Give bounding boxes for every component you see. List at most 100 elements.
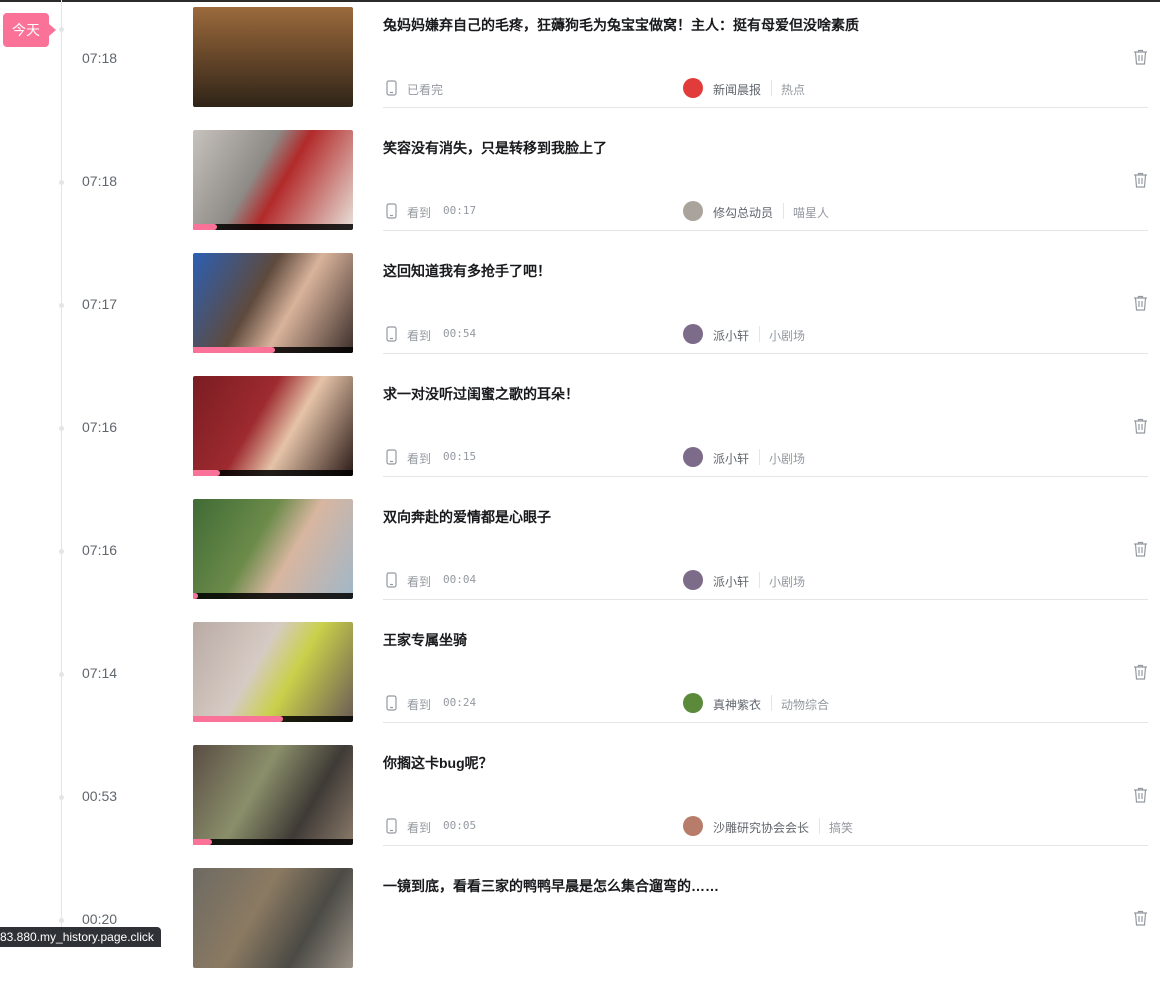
- timeline-dot: [59, 918, 64, 923]
- author-name[interactable]: 派小轩: [713, 573, 749, 590]
- author-name[interactable]: 派小轩: [713, 327, 749, 344]
- watch-progress-fill: [193, 716, 283, 722]
- video-thumbnail[interactable]: [193, 745, 353, 845]
- progress-label: 已看完: [407, 83, 444, 97]
- trash-icon[interactable]: [1133, 172, 1148, 188]
- video-title[interactable]: 王家专属坐骑: [383, 630, 467, 650]
- author-avatar[interactable]: [683, 816, 703, 836]
- trash-icon[interactable]: [1133, 664, 1148, 680]
- meta-divider: [783, 203, 784, 219]
- video-thumbnail[interactable]: [193, 7, 353, 107]
- video-thumbnail[interactable]: [193, 622, 353, 722]
- video-thumbnail[interactable]: [193, 868, 353, 968]
- author-name[interactable]: 修勾总动员: [713, 204, 773, 221]
- author-avatar[interactable]: [683, 693, 703, 713]
- history-item[interactable]: 07:16 求一对没听过闺蜜之歌的耳朵！ 看到 00:15 派小轩 小剧场: [0, 376, 1160, 499]
- watch-time: 07:18: [82, 173, 118, 189]
- timeline-dot: [59, 426, 64, 431]
- video-title[interactable]: 笑容没有消失，只是转移到我脸上了: [383, 138, 607, 158]
- item-divider: [383, 107, 1148, 108]
- trash-icon[interactable]: [1133, 541, 1148, 557]
- author-avatar[interactable]: [683, 324, 703, 344]
- phone-icon: [386, 449, 397, 465]
- history-item[interactable]: 00:53 你搁这卡bug呢？ 看到 00:05 沙雕研究协会会长 搞笑: [0, 745, 1160, 868]
- history-item[interactable]: 07:18 兔妈妈嫌弃自己的毛疼，狂薅狗毛为兔宝宝做窝！主人：挺有母爱但没啥素质…: [0, 7, 1160, 130]
- author-avatar[interactable]: [683, 447, 703, 467]
- progress-label: 看到: [407, 821, 432, 835]
- progress-time: 00:24: [443, 696, 477, 709]
- meta-divider: [771, 80, 772, 96]
- video-thumbnail[interactable]: [193, 376, 353, 476]
- meta-divider: [759, 326, 760, 342]
- item-divider: [383, 353, 1148, 354]
- item-divider: [383, 599, 1148, 600]
- trash-icon[interactable]: [1133, 910, 1148, 926]
- history-item[interactable]: 00:20 一镜到底，看看三家的鸭鸭早晨是怎么集合遛弯的……: [0, 868, 1160, 991]
- author-name[interactable]: 沙雕研究协会会长: [713, 819, 809, 836]
- author-avatar[interactable]: [683, 78, 703, 98]
- video-title[interactable]: 这回知道我有多抢手了吧！: [383, 261, 551, 281]
- meta-divider: [759, 572, 760, 588]
- video-thumbnail[interactable]: [193, 253, 353, 353]
- trash-icon[interactable]: [1133, 418, 1148, 434]
- video-title[interactable]: 求一对没听过闺蜜之歌的耳朵！: [383, 384, 579, 404]
- watch-progress-fill: [193, 593, 198, 599]
- author-name[interactable]: 派小轩: [713, 450, 749, 467]
- watch-progress-bar: [193, 347, 353, 353]
- video-thumbnail[interactable]: [193, 130, 353, 230]
- trash-icon[interactable]: [1133, 49, 1148, 65]
- video-title[interactable]: 双向奔赴的爱情都是心眼子: [383, 507, 551, 527]
- progress-time: 00:04: [443, 573, 477, 586]
- video-thumbnail[interactable]: [193, 499, 353, 599]
- watch-progress-bar: [193, 839, 353, 845]
- author-avatar[interactable]: [683, 201, 703, 221]
- progress-label: 看到: [407, 329, 432, 343]
- history-item[interactable]: 07:17 这回知道我有多抢手了吧！ 看到 00:54 派小轩 小剧场: [0, 253, 1160, 376]
- category-tag: 搞笑: [829, 821, 854, 835]
- category-tag: 喵星人: [793, 206, 830, 220]
- progress-label: 看到: [407, 206, 432, 220]
- phone-icon: [386, 326, 397, 342]
- category-tag: 小剧场: [769, 452, 806, 466]
- video-title[interactable]: 你搁这卡bug呢？: [383, 753, 493, 773]
- meta-divider: [771, 695, 772, 711]
- timeline-dot: [59, 303, 64, 308]
- status-bar-url: 83.880.my_history.page.click: [0, 927, 161, 947]
- watch-progress-bar: [193, 716, 353, 722]
- watch-time: 07:17: [82, 296, 118, 312]
- timeline-dot: [59, 549, 64, 554]
- video-title[interactable]: 兔妈妈嫌弃自己的毛疼，狂薅狗毛为兔宝宝做窝！主人：挺有母爱但没啥素质: [383, 15, 859, 35]
- watch-progress-bar: [193, 224, 353, 230]
- phone-icon: [386, 80, 397, 96]
- phone-icon: [386, 818, 397, 834]
- watch-time: 07:18: [82, 50, 118, 66]
- item-divider: [383, 845, 1148, 846]
- trash-icon[interactable]: [1133, 787, 1148, 803]
- meta-divider: [759, 449, 760, 465]
- progress-time: 00:17: [443, 204, 477, 217]
- progress-label: 看到: [407, 698, 432, 712]
- watch-time: 07:16: [82, 542, 118, 558]
- timeline-dot: [59, 795, 64, 800]
- history-item[interactable]: 07:18 笑容没有消失，只是转移到我脸上了 看到 00:17 修勾总动员 喵星…: [0, 130, 1160, 253]
- author-name[interactable]: 真神紫衣: [713, 696, 761, 713]
- progress-label: 看到: [407, 452, 432, 466]
- history-item[interactable]: 07:14 王家专属坐骑 看到 00:24 真神紫衣 动物综合: [0, 622, 1160, 745]
- watch-time: 00:20: [82, 911, 118, 927]
- history-item[interactable]: 07:16 双向奔赴的爱情都是心眼子 看到 00:04 派小轩 小剧场: [0, 499, 1160, 622]
- meta-divider: [819, 818, 820, 834]
- watch-progress-fill: [193, 839, 213, 845]
- author-avatar[interactable]: [683, 570, 703, 590]
- phone-icon: [386, 203, 397, 219]
- window-top-border: [0, 0, 1160, 2]
- author-name[interactable]: 新闻晨报: [713, 81, 761, 98]
- item-divider: [383, 476, 1148, 477]
- trash-icon[interactable]: [1133, 295, 1148, 311]
- watch-progress-fill: [193, 224, 217, 230]
- item-divider: [383, 230, 1148, 231]
- watch-progress-fill: [193, 470, 221, 476]
- category-tag: 热点: [781, 83, 806, 97]
- progress-time: 00:05: [443, 819, 477, 832]
- phone-icon: [386, 695, 397, 711]
- video-title[interactable]: 一镜到底，看看三家的鸭鸭早晨是怎么集合遛弯的……: [383, 876, 719, 896]
